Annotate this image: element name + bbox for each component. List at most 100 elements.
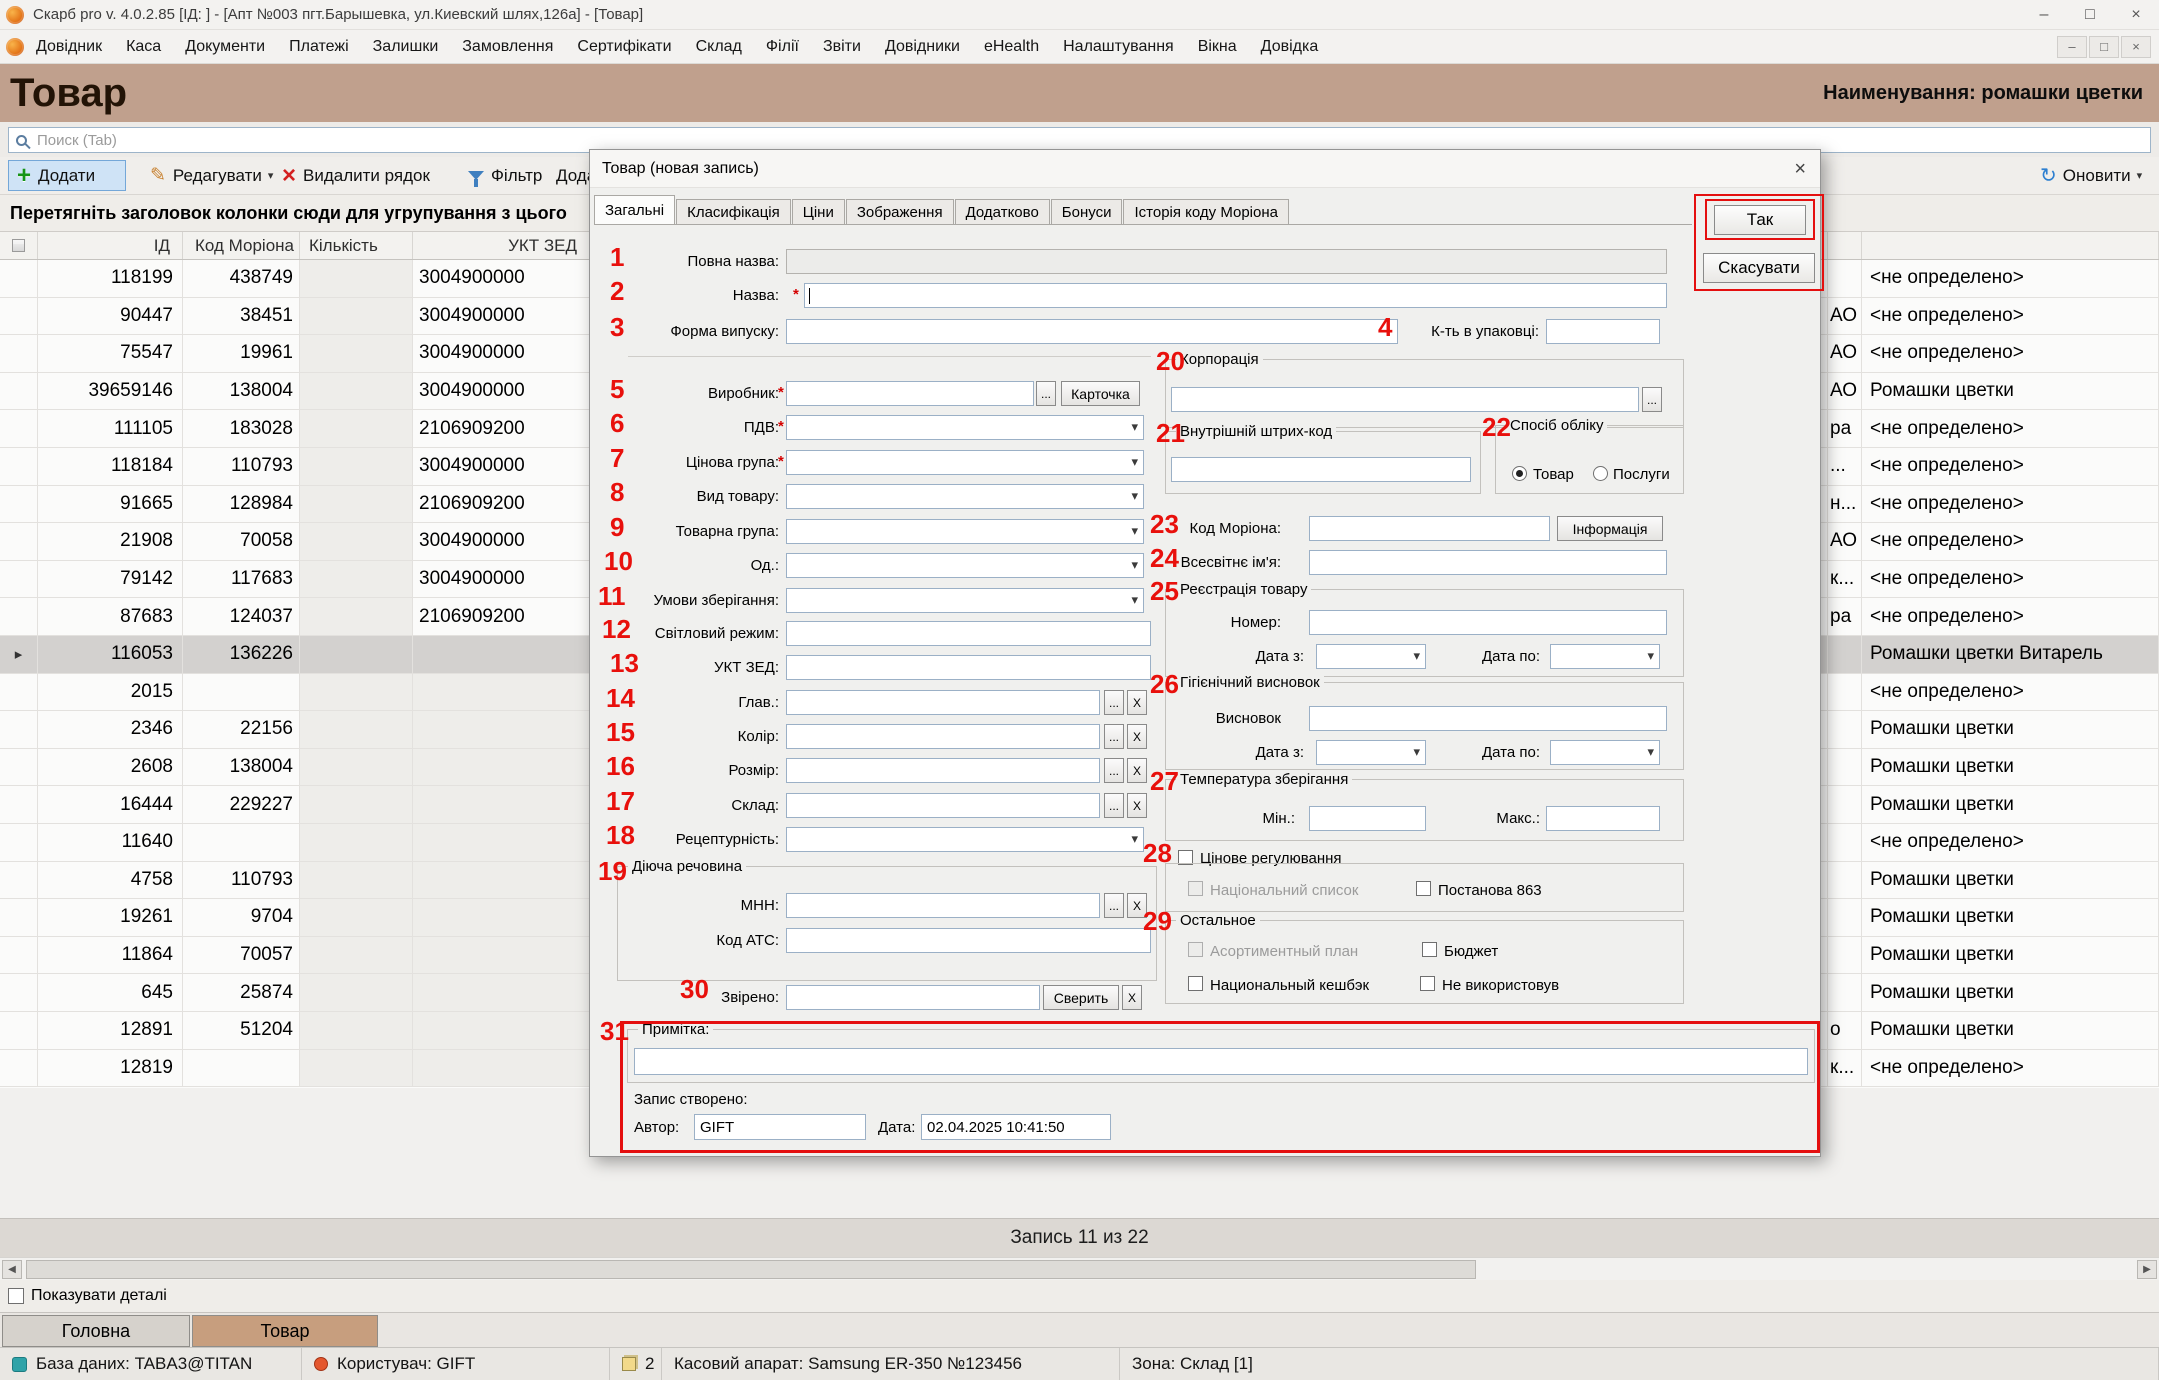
- column-header-id[interactable]: ІД: [38, 232, 183, 259]
- column-header-ukt[interactable]: УКТ ЗЕД: [413, 232, 592, 259]
- verified-input[interactable]: [786, 985, 1040, 1010]
- size-clear-button[interactable]: X: [1127, 758, 1147, 783]
- menu-item-Залишки[interactable]: Залишки: [361, 38, 451, 56]
- dialog-close-icon[interactable]: ×: [1794, 159, 1806, 179]
- pack-qty-input[interactable]: [1546, 319, 1660, 344]
- goods-radio[interactable]: [1512, 466, 1527, 481]
- morion-info-button[interactable]: Інформація: [1557, 516, 1663, 541]
- price-group-select[interactable]: [786, 450, 1144, 475]
- producer-card-button[interactable]: Карточка: [1061, 381, 1140, 406]
- menu-item-Філії[interactable]: Філії: [754, 38, 811, 56]
- world-name-input[interactable]: [1309, 550, 1667, 575]
- product-group-select[interactable]: [786, 519, 1144, 544]
- ukt-input[interactable]: [786, 655, 1151, 680]
- menu-item-Платежі[interactable]: Платежі: [277, 38, 361, 56]
- not-used-checkbox[interactable]: [1420, 976, 1435, 991]
- warehouse-browse-button[interactable]: ...: [1104, 793, 1124, 818]
- scroll-thumb[interactable]: [26, 1260, 1476, 1279]
- reg-date-from-select[interactable]: [1316, 644, 1426, 669]
- temp-max-input[interactable]: [1546, 806, 1660, 831]
- cashback-checkbox[interactable]: [1188, 976, 1203, 991]
- warehouse-input[interactable]: [786, 793, 1100, 818]
- producer-input[interactable]: [786, 381, 1034, 406]
- dialog-tab-Загальні[interactable]: Загальні: [594, 195, 675, 225]
- dialog-tab-Зображення[interactable]: Зображення: [846, 199, 954, 225]
- mdi-restore-icon[interactable]: □: [2089, 36, 2119, 58]
- mnn-browse-button[interactable]: ...: [1104, 893, 1124, 918]
- reg-date-to-select[interactable]: [1550, 644, 1660, 669]
- footer-tab-main[interactable]: Головна: [2, 1315, 190, 1347]
- refresh-button[interactable]: ↻ Оновити ▾: [2032, 160, 2152, 191]
- barcode-input[interactable]: [1171, 457, 1471, 482]
- menu-item-Документи[interactable]: Документи: [173, 38, 277, 56]
- delete-row-button[interactable]: × Видалити рядок: [274, 160, 438, 191]
- app-logo-icon: [6, 6, 24, 24]
- column-header-qty[interactable]: Кількість: [300, 232, 413, 259]
- close-icon[interactable]: ×: [2113, 0, 2159, 29]
- footer-tab-product[interactable]: Товар: [192, 1315, 378, 1347]
- maximize-icon[interactable]: □: [2067, 0, 2113, 29]
- dialog-tab-Додатково[interactable]: Додатково: [955, 199, 1050, 225]
- dialog-tab-Бонуси[interactable]: Бонуси: [1051, 199, 1123, 225]
- dialog-tab-Ціни[interactable]: Ціни: [792, 199, 845, 225]
- verify-clear-button[interactable]: X: [1122, 985, 1142, 1010]
- corporation-input[interactable]: [1171, 387, 1639, 412]
- mdi-close-icon[interactable]: ×: [2121, 36, 2151, 58]
- dialog-tab-Класифікація[interactable]: Класифікація: [676, 199, 791, 225]
- dialog-tab-Історія коду Моріона[interactable]: Історія коду Моріона: [1123, 199, 1289, 225]
- edit-button[interactable]: ✎ Редагувати ▾: [142, 160, 281, 191]
- product-kind-select[interactable]: [786, 484, 1144, 509]
- release-form-input[interactable]: [786, 319, 1398, 344]
- hyg-date-from-select[interactable]: [1316, 740, 1426, 765]
- conclusion-input[interactable]: [1309, 706, 1667, 731]
- minimize-icon[interactable]: –: [2021, 0, 2067, 29]
- conclusion-label: Висновок: [1121, 710, 1281, 727]
- unit-select[interactable]: [786, 553, 1144, 578]
- name-input[interactable]: [804, 283, 1667, 308]
- column-header-morion[interactable]: Код Моріона: [183, 232, 300, 259]
- budget-checkbox[interactable]: [1422, 942, 1437, 957]
- menu-item-Довідники[interactable]: Довідники: [873, 38, 972, 56]
- mdi-minimize-icon[interactable]: –: [2057, 36, 2087, 58]
- producer-browse-button[interactable]: ...: [1036, 381, 1056, 406]
- menu-item-Довідка[interactable]: Довідка: [1249, 38, 1331, 56]
- menu-item-Замовлення[interactable]: Замовлення: [450, 38, 565, 56]
- menu-item-Налаштування[interactable]: Налаштування: [1051, 38, 1186, 56]
- services-radio[interactable]: [1593, 466, 1608, 481]
- decree-863-checkbox[interactable]: [1416, 881, 1431, 896]
- morion-code-input[interactable]: [1309, 516, 1550, 541]
- menu-item-Сертифікати[interactable]: Сертифікати: [565, 38, 683, 56]
- storage-select[interactable]: [786, 588, 1144, 613]
- color-clear-button[interactable]: X: [1127, 724, 1147, 749]
- menu-item-Каса[interactable]: Каса: [114, 38, 173, 56]
- table-cell: <не определено>: [1862, 298, 2159, 335]
- glav-input[interactable]: [786, 690, 1100, 715]
- scroll-left-icon[interactable]: ◀: [2, 1260, 22, 1279]
- table-cell: [1828, 711, 1862, 748]
- color-input[interactable]: [786, 724, 1100, 749]
- vat-select[interactable]: [786, 415, 1144, 440]
- color-browse-button[interactable]: ...: [1104, 724, 1124, 749]
- menu-item-Звіти[interactable]: Звіти: [811, 38, 873, 56]
- light-mode-input[interactable]: [786, 621, 1151, 646]
- reg-number-input[interactable]: [1309, 610, 1667, 635]
- add-button[interactable]: + Додати: [8, 160, 126, 191]
- mnn-input[interactable]: [786, 893, 1100, 918]
- recipe-select[interactable]: [786, 827, 1144, 852]
- size-input[interactable]: [786, 758, 1100, 783]
- verify-button[interactable]: Сверить: [1043, 985, 1119, 1010]
- horizontal-scrollbar[interactable]: ◀ ▶: [0, 1257, 2159, 1280]
- full-name-input[interactable]: [786, 249, 1667, 274]
- menu-item-Довідник[interactable]: Довідник: [24, 38, 114, 56]
- table-cell: [413, 749, 592, 786]
- hyg-date-to-select[interactable]: [1550, 740, 1660, 765]
- menu-item-eHealth[interactable]: eHealth: [972, 38, 1051, 56]
- size-browse-button[interactable]: ...: [1104, 758, 1124, 783]
- show-details-checkbox[interactable]: [8, 1288, 24, 1304]
- menu-item-Вікна[interactable]: Вікна: [1186, 38, 1249, 56]
- filter-button[interactable]: Фільтр: [460, 160, 550, 191]
- corporation-browse-button[interactable]: ...: [1642, 387, 1662, 412]
- atc-input[interactable]: [786, 928, 1151, 953]
- menu-item-Склад[interactable]: Склад: [684, 38, 754, 56]
- scroll-right-icon[interactable]: ▶: [2137, 1260, 2157, 1279]
